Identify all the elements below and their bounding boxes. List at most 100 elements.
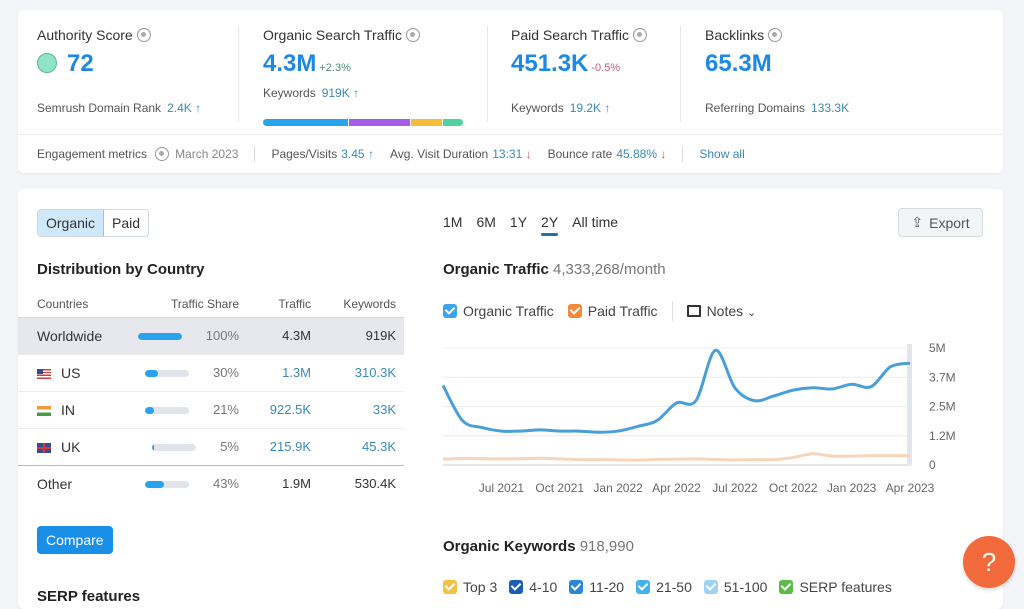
authority-score-value[interactable]: 72 <box>67 50 94 77</box>
keyword-distribution-bar[interactable] <box>263 119 463 126</box>
traffic-share-cell: 100% <box>127 316 247 354</box>
organic-search-delta: +2.3% <box>319 62 351 74</box>
authority-score-title: Authority Score <box>37 27 151 43</box>
keyword-distribution-segment[interactable] <box>410 119 443 126</box>
range-tab-all-time[interactable]: All time <box>572 214 618 234</box>
arrow-up-icon: ↑ <box>353 86 360 100</box>
comment-icon <box>686 305 701 317</box>
checkbox-icon[interactable] <box>636 580 651 594</box>
domain-rank-label: Semrush Domain Rank <box>37 101 162 115</box>
table-row[interactable]: US 30% 1.3M 310.3K <box>18 353 404 391</box>
range-tab-1y[interactable]: 1Y <box>510 214 527 234</box>
checkbox-icon[interactable] <box>569 580 584 594</box>
engagement-label: Engagement metrics <box>37 147 148 161</box>
referring-domains-value[interactable]: 133.3K <box>811 101 849 115</box>
keywords-cell[interactable]: 33K <box>319 390 404 428</box>
keywords-legend-item[interactable]: Top 3 <box>443 579 497 595</box>
table-row[interactable]: Worldwide 100% 4.3M 919K <box>18 316 404 354</box>
traffic-cell[interactable]: 1.3M <box>247 353 319 391</box>
keyword-distribution-segment[interactable] <box>443 119 463 126</box>
globe-icon <box>155 147 170 161</box>
export-icon: ⇪ <box>911 214 924 230</box>
export-button[interactable]: ⇪ Export <box>898 208 983 237</box>
keywords-cell: 919K <box>319 316 404 354</box>
checkbox-icon[interactable] <box>443 304 457 318</box>
notes-dropdown[interactable]: Notes ⌄ <box>686 303 756 319</box>
column-traffic-share: Traffic Share <box>170 297 239 311</box>
organic-traffic-heading: Organic Traffic 4,333,268/month <box>443 261 666 278</box>
x-tick-label: Jan 2022 <box>593 481 643 495</box>
flag-in-icon <box>37 405 51 416</box>
table-row[interactable]: UK 5% 215.9K 45.3K <box>18 427 404 465</box>
keywords-legend: Top 3 4-10 11-20 21-50 51-100 SERP features <box>443 579 892 595</box>
keywords-cell[interactable]: 310.3K <box>319 353 404 391</box>
paid-search-value[interactable]: 451.3K <box>511 50 588 77</box>
keyword-distribution-segment[interactable] <box>263 119 348 126</box>
organic-toggle-button[interactable]: Organic <box>38 210 105 236</box>
info-icon[interactable] <box>633 28 648 42</box>
paid-search-delta: -0.5% <box>591 62 621 74</box>
traffic-share-cell: 30% <box>127 353 247 391</box>
keywords-legend-item[interactable]: 4-10 <box>509 579 557 595</box>
legend-organic[interactable]: Organic Traffic <box>443 303 554 319</box>
divider <box>680 26 681 122</box>
divider <box>254 146 256 162</box>
referring-domains-label: Referring Domains <box>705 101 806 115</box>
keywords-cell: 530.4K <box>319 464 404 502</box>
range-tab-2y[interactable]: 2Y <box>541 214 559 236</box>
column-countries: Countries <box>37 297 89 311</box>
share-bar-fill <box>144 370 159 378</box>
info-icon[interactable] <box>406 28 421 42</box>
checkbox-icon[interactable] <box>779 580 794 594</box>
authority-circle-icon <box>37 53 57 73</box>
table-row[interactable]: IN 21% 922.5K 33K <box>18 390 404 428</box>
column-keywords: Keywords <box>343 297 396 311</box>
paid-keywords-label: Keywords <box>511 101 564 115</box>
checkbox-icon[interactable] <box>703 580 718 594</box>
table-row[interactable]: Other 43% 1.9M 530.4K <box>18 464 404 502</box>
traffic-cell[interactable]: 215.9K <box>247 427 319 465</box>
compare-button[interactable]: Compare <box>37 526 113 554</box>
show-all-link[interactable]: Show all <box>699 147 744 161</box>
y-tick-label: 2.5M <box>929 400 956 414</box>
keywords-legend-item[interactable]: 51-100 <box>703 579 767 595</box>
range-tab-6m[interactable]: 6M <box>476 214 495 234</box>
range-tab-1m[interactable]: 1M <box>443 214 462 234</box>
backlinks-value[interactable]: 65.3M <box>705 50 772 77</box>
info-icon[interactable] <box>136 28 151 42</box>
organic-traffic-chart[interactable]: 5M 3.7M 2.5M 1.2M 0 Jul 2021 Oct 2021 Jan 2022 A… <box>433 334 993 504</box>
country-cell: Other <box>18 464 127 502</box>
organic-search-value[interactable]: 4.3M <box>263 50 316 77</box>
flag-us-icon <box>37 368 51 379</box>
checkbox-icon[interactable] <box>443 580 457 594</box>
traffic-share-cell: 5% <box>127 427 247 465</box>
checkbox-icon[interactable] <box>509 580 524 594</box>
pages-visits: Pages/Visits 3.45 ↑ <box>271 147 374 161</box>
share-bar <box>144 370 189 378</box>
x-tick-label: Apr 2023 <box>886 481 935 495</box>
paid-keywords-value[interactable]: 19.2K <box>570 101 601 115</box>
paid-toggle-button[interactable]: Paid <box>104 210 149 236</box>
help-button[interactable]: ? <box>963 536 1015 588</box>
share-bar-fill <box>152 444 155 452</box>
traffic-cell[interactable]: 922.5K <box>247 390 319 428</box>
keyword-distribution-segment[interactable] <box>348 119 410 126</box>
x-tick-label: Oct 2022 <box>769 481 818 495</box>
bounce-rate: Bounce rate 45.88% ↓ <box>547 147 667 161</box>
keywords-legend-item[interactable]: SERP features <box>779 579 892 595</box>
traffic-cell: 4.3M <box>247 316 319 354</box>
domain-rank-value[interactable]: 2.4K <box>167 101 192 115</box>
checkbox-icon[interactable] <box>567 304 582 318</box>
column-traffic: Traffic <box>278 297 311 311</box>
info-icon[interactable] <box>768 28 783 42</box>
keywords-legend-item[interactable]: 11-20 <box>569 579 624 595</box>
x-tick-label: Jan 2023 <box>827 481 877 495</box>
country-cell: Worldwide <box>18 316 127 354</box>
legend-paid[interactable]: Paid Traffic <box>567 303 658 319</box>
keywords-legend-item[interactable]: 21-50 <box>636 579 692 595</box>
organic-keywords-value[interactable]: 919K <box>322 86 350 100</box>
share-bar <box>144 407 189 415</box>
y-tick-label: 0 <box>929 458 936 472</box>
serp-features-title: SERP features <box>37 588 141 605</box>
keywords-cell[interactable]: 45.3K <box>319 427 404 465</box>
